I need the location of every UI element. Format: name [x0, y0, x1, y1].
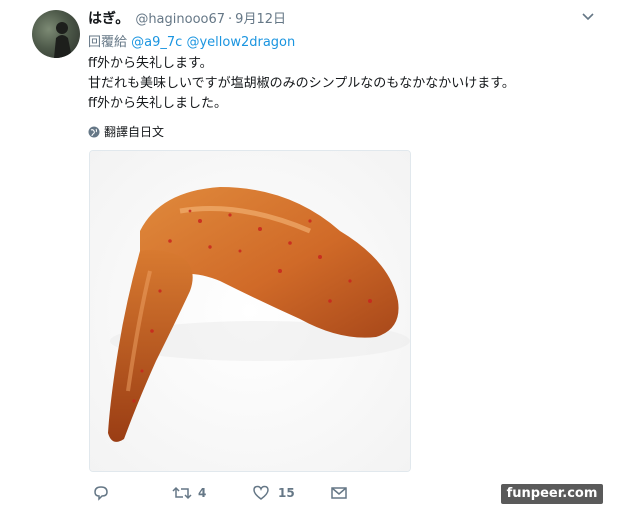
- tweet-text-line: ff外から失礼しました。: [88, 96, 227, 111]
- message-icon: [331, 487, 347, 499]
- reply-prefix: 回覆給: [88, 35, 128, 50]
- mention-link[interactable]: @a9_7c: [131, 35, 182, 50]
- chicken-wing-photo: [90, 151, 410, 471]
- avatar-silhouette-icon: [54, 22, 72, 58]
- tweet-photo[interactable]: [89, 150, 411, 472]
- mention-link[interactable]: @yellow2dragon: [186, 35, 295, 50]
- user-handle[interactable]: @haginooo67: [135, 12, 225, 27]
- like-count: 15: [278, 486, 295, 500]
- chevron-down-icon[interactable]: [580, 8, 596, 24]
- avatar[interactable]: [32, 10, 80, 58]
- display-name[interactable]: はぎ。: [88, 8, 129, 28]
- tweet-header: はぎ。 @haginooo67 · 9月12日: [88, 8, 286, 28]
- tweet-actions: 4 15: [88, 484, 388, 504]
- retweet-count: 4: [198, 486, 207, 500]
- translate-link[interactable]: 翻譯自日文: [88, 123, 164, 140]
- tweet-date[interactable]: 9月12日: [235, 8, 286, 27]
- tweet-text: ff外から失礼します。 甘だれも美味しいですが塩胡椒のみのシンプルなのもなかなか…: [88, 54, 515, 114]
- watermark: funpeer.com: [501, 484, 603, 504]
- separator-dot: ·: [228, 12, 233, 27]
- like-icon: [253, 485, 269, 500]
- tweet-text-line: ff外から失礼します。: [88, 56, 213, 71]
- globe-icon: [88, 126, 100, 137]
- direct-message-button[interactable]: [330, 484, 348, 502]
- retweet-icon: [172, 486, 192, 500]
- translate-label: 翻譯自日文: [104, 125, 165, 139]
- tweet-text-line: 甘だれも美味しいですが塩胡椒のみのシンプルなのもなかなかいけます。: [88, 76, 515, 91]
- reply-icon: [94, 486, 108, 501]
- retweet-button[interactable]: 4: [172, 484, 206, 502]
- reply-button[interactable]: [92, 484, 110, 502]
- like-button[interactable]: 15: [252, 484, 295, 502]
- reply-context: 回覆給 @a9_7c @yellow2dragon: [88, 31, 295, 50]
